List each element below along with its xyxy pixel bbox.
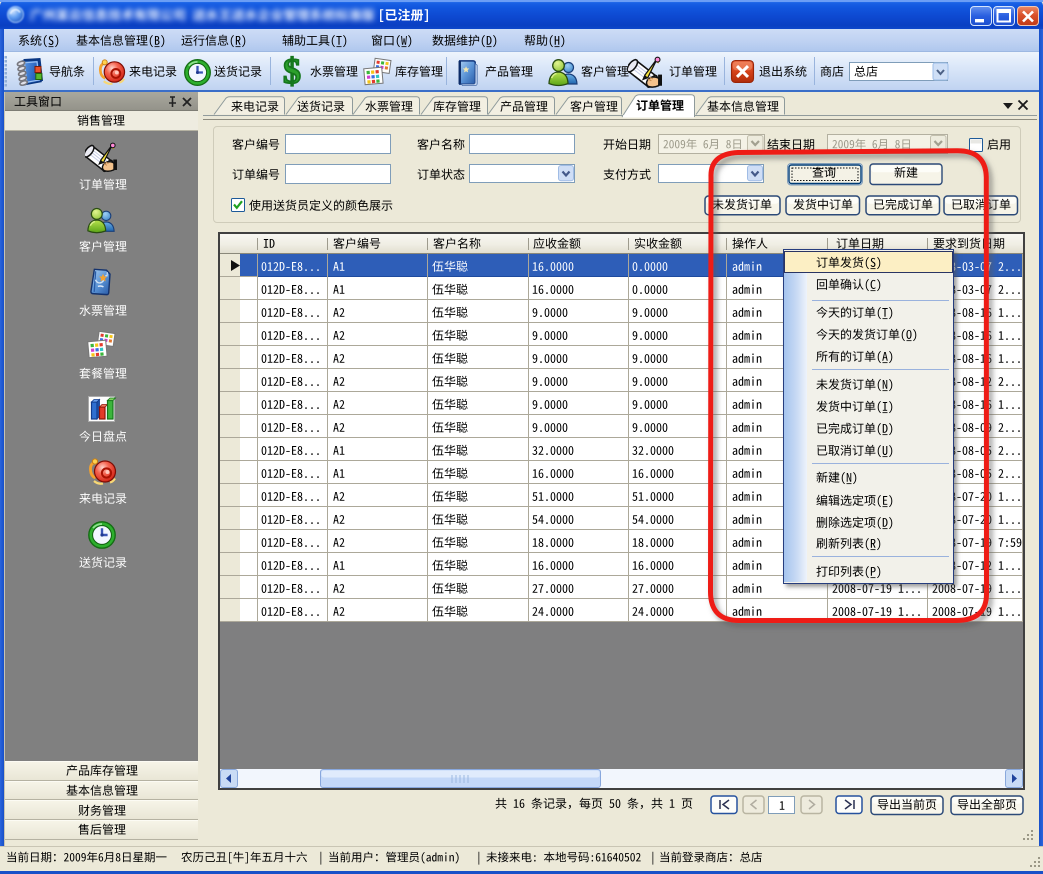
svg-text:$: $	[283, 51, 301, 91]
